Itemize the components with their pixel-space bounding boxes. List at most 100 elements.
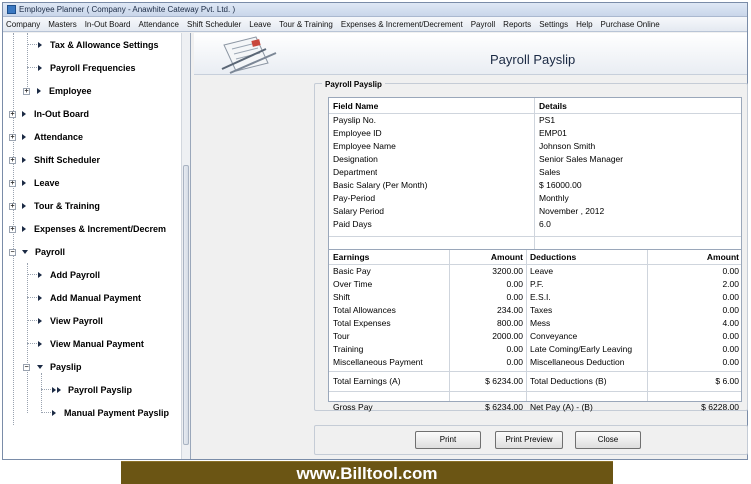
deductions-header: Deductions — [530, 252, 577, 262]
expand-arrow-icon — [38, 318, 42, 324]
sidebar-item-tour-training[interactable]: + Tour & Training — [9, 196, 100, 216]
menu-in-out-board[interactable]: In-Out Board — [85, 20, 131, 29]
sidebar-item-add-manual-payment[interactable]: Add Manual Payment — [38, 288, 141, 308]
sidebar-scrollbar[interactable] — [181, 33, 190, 459]
detail-field: Paid Days — [333, 219, 372, 229]
sidebar-item-label: View Manual Payment — [50, 339, 144, 349]
sidebar-item-expenses[interactable]: + Expenses & Increment/Decrem — [9, 219, 166, 239]
table-row: Salary Period November , 2012 — [329, 205, 741, 218]
sidebar-item-leave[interactable]: + Leave — [9, 173, 60, 193]
sidebar-item-label: In-Out Board — [34, 109, 89, 119]
sidebar-item-label: View Payroll — [50, 316, 103, 326]
collapse-minus-icon[interactable]: − — [9, 248, 16, 256]
table-row: Payslip No. PS1 — [329, 114, 741, 127]
menu-leave[interactable]: Leave — [249, 20, 271, 29]
menu-tour-training[interactable]: Tour & Training — [279, 20, 333, 29]
deduction-name: Miscellaneous Deduction — [530, 357, 625, 367]
expand-plus-icon[interactable]: + — [9, 179, 16, 187]
expand-arrow-icon — [38, 295, 42, 301]
deduction-amount: 0.00 — [722, 292, 739, 302]
menu-company[interactable]: Company — [6, 20, 40, 29]
close-button[interactable]: Close — [575, 431, 641, 449]
deduction-name: E.S.I. — [530, 292, 551, 302]
totals-row: Total Earnings (A) $ 6234.00 Total Deducti… — [329, 375, 741, 388]
table-row: Miscellaneous Payment 0.00 Miscellaneous D… — [329, 356, 741, 369]
sidebar-item-payroll-payslip[interactable]: Payroll Payslip — [52, 380, 132, 400]
earning-amount: 0.00 — [506, 344, 523, 354]
sidebar-item-payslip[interactable]: − Payslip — [23, 357, 82, 377]
sidebar-item-label: Add Payroll — [50, 270, 101, 280]
earning-name: Miscellaneous Payment — [333, 357, 423, 367]
sidebar-item-label: Expenses & Increment/Decrem — [34, 224, 167, 234]
expand-plus-icon[interactable]: + — [9, 110, 16, 118]
menu-payroll[interactable]: Payroll — [471, 20, 495, 29]
sidebar-item-shift-scheduler[interactable]: + Shift Scheduler — [9, 150, 100, 170]
expand-arrow-icon — [22, 203, 26, 209]
menu-reports[interactable]: Reports — [503, 20, 531, 29]
menu-purchase-online[interactable]: Purchase Online — [601, 20, 660, 29]
table-row: Pay-Period Monthly — [329, 192, 741, 205]
detail-value: 6.0 — [539, 219, 551, 229]
scrollbar-thumb[interactable] — [183, 165, 189, 445]
expand-arrow-icon — [22, 157, 26, 163]
table-row: Employee Name Johnson Smith — [329, 140, 741, 153]
sidebar-item-manual-payment-payslip[interactable]: Manual Payment Payslip — [52, 403, 169, 423]
menu-bar: Company Masters In-Out Board Attendance … — [3, 17, 747, 32]
table-row: Basic Salary (Per Month) $ 16000.00 — [329, 179, 741, 192]
menu-attendance[interactable]: Attendance — [139, 20, 179, 29]
deduction-name: Late Coming/Early Leaving — [530, 344, 633, 354]
gross-pay-value: $ 6234.00 — [485, 402, 523, 412]
deduction-amount: 0.00 — [722, 344, 739, 354]
window-title: Employee Planner ( Company - Anawhite Ca… — [19, 5, 236, 14]
earning-amount: 234.00 — [497, 305, 523, 315]
detail-field: Department — [333, 167, 378, 177]
table-row: Paid Days 6.0 — [329, 218, 741, 231]
expand-plus-icon[interactable]: + — [9, 133, 16, 141]
page-title: Payroll Payslip — [490, 52, 576, 67]
sidebar-item-payroll[interactable]: − Payroll — [9, 242, 65, 262]
sidebar-item-label: Tax & Allowance Settings — [50, 40, 159, 50]
menu-shift-scheduler[interactable]: Shift Scheduler — [187, 20, 241, 29]
sidebar-item-tax-allowance[interactable]: Tax & Allowance Settings — [38, 35, 159, 55]
expand-plus-icon[interactable]: + — [9, 202, 16, 210]
sidebar-item-view-manual-payment[interactable]: View Manual Payment — [38, 334, 144, 354]
earning-name: Shift — [333, 292, 351, 302]
menu-expenses[interactable]: Expenses & Increment/Decrement — [341, 20, 463, 29]
expand-plus-icon[interactable]: + — [9, 156, 16, 164]
expand-plus-icon[interactable]: + — [23, 87, 30, 95]
expand-plus-icon[interactable]: + — [9, 225, 16, 233]
earning-name: Total Expenses — [333, 318, 391, 328]
sidebar-item-attendance[interactable]: + Attendance — [9, 127, 83, 147]
detail-field: Salary Period — [333, 206, 385, 216]
print-button[interactable]: Print — [415, 431, 481, 449]
payslip-panel: Field Name Details Payslip No. PS1 Employ… — [328, 97, 742, 412]
selected-arrow-icon — [52, 387, 62, 393]
menu-help[interactable]: Help — [576, 20, 592, 29]
sidebar-item-label: Payroll Payslip — [68, 385, 133, 395]
earning-amount: 800.00 — [497, 318, 523, 328]
print-preview-button[interactable]: Print Preview — [495, 431, 563, 449]
field-name-header: Field Name — [333, 101, 379, 111]
menu-settings[interactable]: Settings — [539, 20, 568, 29]
detail-field: Pay-Period — [333, 193, 376, 203]
earning-name: Training — [333, 344, 364, 354]
earnings-header-row: Earnings Amount Deductions Amount — [329, 251, 741, 264]
sidebar-item-view-payroll[interactable]: View Payroll — [38, 311, 103, 331]
earning-name: Total Allowances — [333, 305, 396, 315]
collapse-minus-icon[interactable]: − — [23, 363, 30, 371]
detail-field: Employee ID — [333, 128, 382, 138]
menu-masters[interactable]: Masters — [48, 20, 76, 29]
amount-header: Amount — [490, 252, 523, 262]
sidebar-item-add-payroll[interactable]: Add Payroll — [38, 265, 100, 285]
sidebar-item-payroll-frequencies[interactable]: Payroll Frequencies — [38, 58, 136, 78]
sidebar-item-label: Payroll Frequencies — [50, 63, 136, 73]
sidebar-item-in-out-board[interactable]: + In-Out Board — [9, 104, 89, 124]
payslip-document-icon — [221, 36, 277, 74]
deduction-amount: 0.00 — [722, 266, 739, 276]
expand-arrow-icon — [22, 111, 26, 117]
sidebar-item-employee[interactable]: + Employee — [23, 81, 92, 101]
deduction-amount: 4.00 — [722, 318, 739, 328]
header-band: Payroll Payslip — [194, 33, 747, 75]
earning-name: Over Time — [333, 279, 373, 289]
net-pay-value: $ 6228.00 — [701, 402, 739, 412]
